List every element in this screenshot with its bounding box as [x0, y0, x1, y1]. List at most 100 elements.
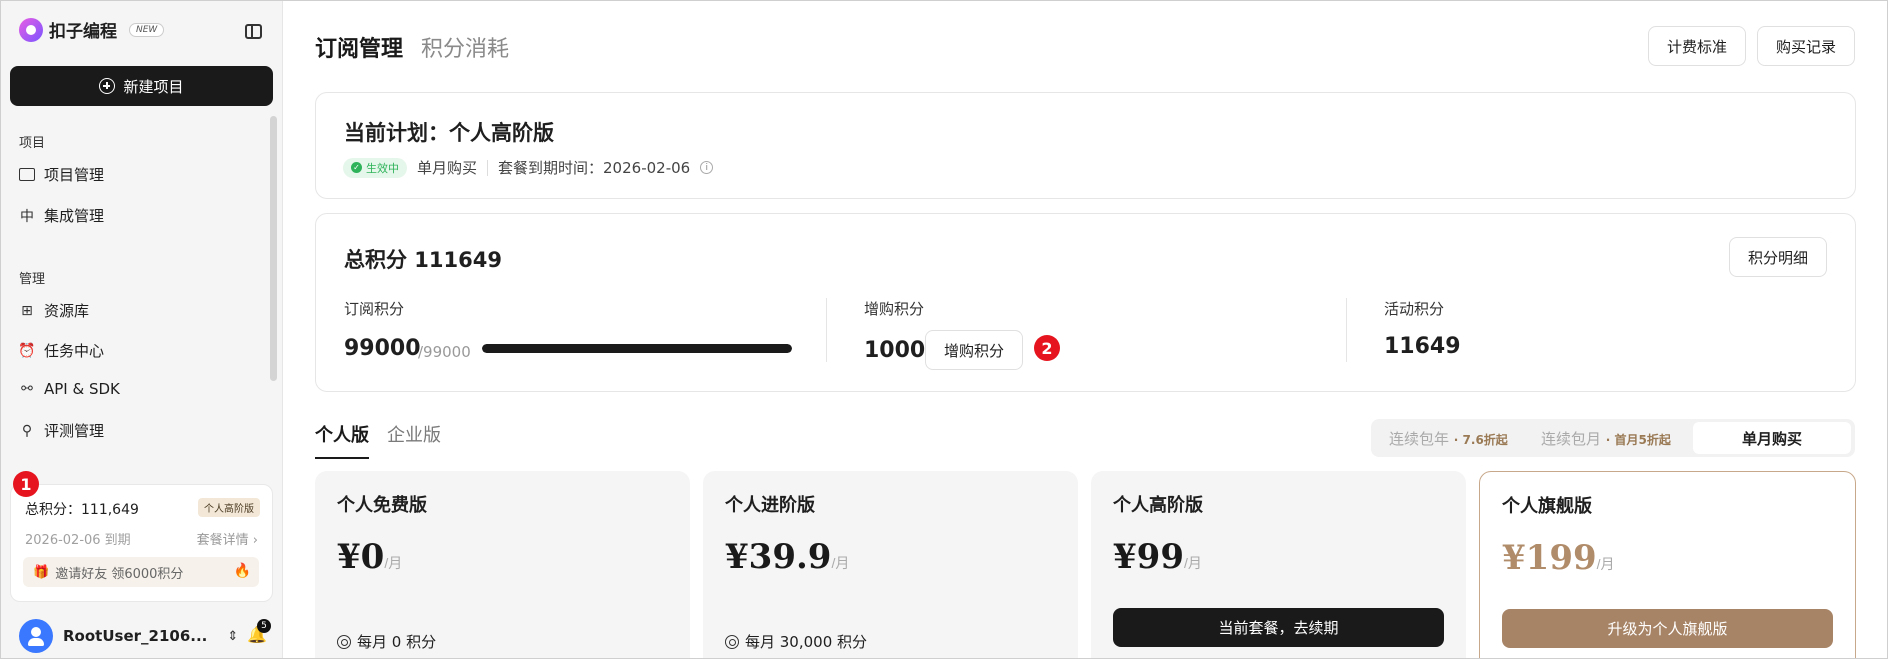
section-title-manage: 管理 [19, 272, 46, 287]
plan-status-row: ✓ 生效中 单月购买 套餐到期时间：2026-02-06 i [343, 157, 714, 178]
sidebar-item-projects[interactable]: 项目管理 [19, 164, 104, 185]
section-title-project: 项目 [19, 136, 46, 151]
plus-circle-icon [99, 78, 116, 94]
monthly-credits: 每月 30,000 积分 [725, 631, 867, 652]
tab-subscription[interactable]: 订阅管理 [315, 31, 403, 63]
sidebar-item-label: API & SDK [44, 380, 120, 398]
sidebar-item-tasks[interactable]: ⏰ 任务中心 [18, 340, 105, 361]
plan-name: 个人旗舰版 [1502, 496, 1592, 517]
sidebar-collapse-icon[interactable] [245, 24, 262, 39]
brand[interactable]: 扣子编程 NEW [19, 17, 165, 42]
purchase-history-button[interactable]: 购买记录 [1757, 26, 1855, 66]
sidebar-item-integrations[interactable]: 中 集成管理 [19, 205, 104, 226]
user-menu[interactable]: RootUser_2106... ⇕ [19, 619, 238, 653]
buy-credits-button[interactable]: 增购积分 [925, 330, 1023, 370]
total-credits-text: 总积分：111,649 [25, 502, 139, 518]
plan-name: 个人进阶版 [725, 495, 815, 516]
tab-personal[interactable]: 个人版 [315, 421, 369, 459]
gift-icon: 🎁 [33, 564, 50, 580]
plan-price: ¥199/月 [1502, 538, 1615, 578]
plan-tag: 个人高阶版 [198, 498, 260, 517]
addon-credits-label: 增购积分 [864, 300, 925, 318]
plan-price: ¥99/月 [1113, 537, 1202, 577]
telescope-icon: ⚲ [21, 422, 33, 439]
sidebar-item-label: 资源库 [44, 302, 90, 320]
plan-detail-link[interactable]: 套餐详情 › [197, 529, 258, 548]
divider [826, 298, 827, 362]
expire-date: 2026-02-06 到期 [25, 533, 131, 548]
brand-name: 扣子编程 [49, 22, 117, 42]
top-tabs: 订阅管理 积分消耗 [315, 31, 509, 63]
new-project-button[interactable]: 新建项目 [10, 66, 273, 106]
upgrade-plan-button[interactable]: 升级为个人旗舰版 [1502, 609, 1833, 648]
divider [487, 159, 489, 176]
sidebar: 扣子编程 NEW 新建项目 项目 项目管理 中 集成管理 管理 ⊞ 资源库 ⏰ … [1, 1, 283, 658]
new-badge: NEW [129, 22, 165, 37]
subscription-credits-max: /99000 [418, 343, 471, 361]
billing-cycle-switch: 连续包年 · 7.6折起 连续包月 · 首月5折起 单月购买 [1371, 419, 1855, 457]
subscription-credits-label: 订阅积分 [344, 300, 405, 318]
plan-type-tabs: 个人版 企业版 [315, 421, 441, 459]
sidebar-item-evaluation[interactable]: ⚲ 评测管理 [19, 420, 104, 441]
main-content: 订阅管理 积分消耗 计费标准 购买记录 当前计划：个人高阶版 ✓ 生效中 单月购买… [284, 1, 1887, 658]
billing-yearly[interactable]: 连续包年 · 7.6折起 [1389, 428, 1508, 449]
alarm-icon: ⏰ [18, 342, 36, 359]
sidebar-item-api[interactable]: ⚯ API & SDK [19, 380, 120, 398]
purchase-type: 单月购买 [417, 159, 478, 177]
notification-count: 5 [257, 619, 271, 633]
chevron-updown-icon: ⇕ [227, 628, 239, 644]
sidebar-item-label: 评测管理 [44, 422, 105, 440]
plan-card-flagship: 个人旗舰版 ¥199/月 升级为个人旗舰版 [1479, 471, 1856, 658]
pricing-button[interactable]: 计费标准 [1648, 26, 1746, 66]
plan-name: 个人高阶版 [1113, 495, 1203, 516]
fire-icon: 🔥 [233, 563, 251, 579]
folder-icon [19, 167, 35, 183]
integration-icon: 中 [20, 208, 34, 225]
plan-expire: 套餐到期时间：2026-02-06 [498, 159, 691, 177]
app-window: 扣子编程 NEW 新建项目 项目 项目管理 中 集成管理 管理 ⊞ 资源库 ⏰ … [0, 0, 1888, 659]
monthly-credits: 每月 0 积分 [337, 631, 436, 652]
plan-card-premium: 个人高阶版 ¥99/月 当前套餐，去续期 [1091, 471, 1466, 658]
coin-icon [337, 634, 351, 649]
addon-credits-value: 1000 [864, 338, 926, 363]
check-icon: ✓ [351, 162, 362, 173]
api-icon: ⚯ [21, 381, 33, 397]
plan-price: ¥0/月 [337, 537, 403, 577]
plan-card-advanced: 个人进阶版 ¥39.9/月 每月 30,000 积分 [703, 471, 1078, 658]
tab-credit-usage[interactable]: 积分消耗 [421, 31, 509, 63]
invite-friends-banner[interactable]: 🎁 邀请好友 领6000积分 🔥 [23, 557, 259, 587]
logo-icon [19, 17, 43, 42]
resource-icon: ⊞ [21, 302, 33, 319]
plan-price: ¥39.9/月 [725, 537, 850, 577]
invite-text: 邀请好友 领6000积分 [55, 566, 184, 582]
sidebar-item-resources[interactable]: ⊞ 资源库 [19, 300, 89, 321]
sidebar-item-label: 项目管理 [44, 166, 105, 184]
sidebar-item-label: 任务中心 [44, 342, 105, 360]
sidebar-scrollbar[interactable] [270, 116, 277, 381]
info-icon[interactable]: i [700, 161, 714, 174]
tab-enterprise[interactable]: 企业版 [387, 421, 441, 459]
renew-plan-button[interactable]: 当前套餐，去续期 [1113, 608, 1444, 647]
activity-credits-value: 11649 [1384, 334, 1461, 359]
total-credits-card: 总积分 111649 积分明细 订阅积分 99000 /99000 增购积分 1… [315, 213, 1856, 392]
chevron-right-icon: › [252, 533, 258, 548]
billing-monthly-continuous[interactable]: 连续包月 · 首月5折起 [1541, 428, 1671, 449]
credits-summary-card[interactable]: 总积分：111,649 个人高阶版 2026-02-06 到期 套餐详情 › 🎁… [10, 484, 273, 602]
avatar [19, 619, 53, 653]
sidebar-item-label: 集成管理 [44, 207, 105, 225]
step-badge-1: 1 [13, 471, 39, 497]
plan-name: 个人免费版 [337, 495, 427, 516]
user-name: RootUser_2106... [63, 627, 208, 645]
divider [1346, 298, 1347, 362]
coin-icon [725, 634, 739, 649]
subscription-progress-bar [482, 344, 792, 353]
plan-card-free: 个人免费版 ¥0/月 每月 0 积分 [315, 471, 690, 658]
current-plan-title: 当前计划：个人高阶版 [344, 121, 554, 145]
current-plan-card: 当前计划：个人高阶版 ✓ 生效中 单月购买 套餐到期时间：2026-02-06 i [315, 92, 1856, 199]
step-badge-2: 2 [1034, 335, 1060, 361]
activity-credits-label: 活动积分 [1384, 300, 1445, 318]
billing-single-month[interactable]: 单月购买 [1693, 422, 1851, 454]
subscription-credits-value: 99000 [344, 336, 421, 361]
progress-fill [482, 344, 792, 353]
credit-detail-button[interactable]: 积分明细 [1729, 237, 1827, 277]
